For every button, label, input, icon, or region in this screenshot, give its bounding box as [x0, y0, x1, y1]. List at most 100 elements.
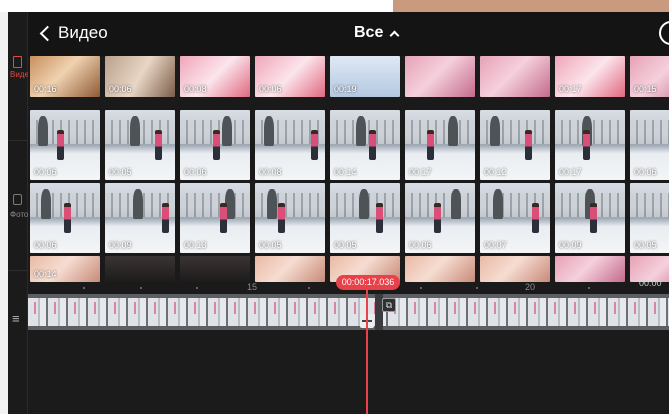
sidebar-photo-label[interactable]: Фото: [10, 210, 28, 219]
app-screen: Видео Все 00:16 00:06 00:08 00:06 00:19 00:17…: [28, 12, 669, 414]
video-thumbnail[interactable]: [405, 56, 475, 97]
video-thumbnail[interactable]: 00:06: [105, 56, 175, 97]
thumbnail-scene: [133, 189, 143, 219]
video-thumbnail[interactable]: 00:08: [255, 110, 325, 180]
video-thumbnail[interactable]: [255, 256, 325, 282]
video-thumbnail[interactable]: 00:06: [405, 183, 475, 253]
video-track[interactable]: [28, 294, 669, 330]
thumbnail-duration: 00:06: [34, 240, 57, 250]
thumbnail-subject: [590, 203, 597, 233]
album-selector[interactable]: Все: [354, 24, 400, 42]
thumbnail-duration: 00:19: [334, 84, 357, 94]
video-thumbnail[interactable]: [480, 56, 550, 97]
video-thumbnail[interactable]: 00:15: [630, 56, 669, 97]
back-button[interactable]: Видео: [39, 23, 108, 43]
video-thumbnail[interactable]: 00:06: [255, 56, 325, 97]
thumbnail-scene: [264, 116, 274, 146]
thumbnail-scene: [356, 116, 366, 146]
video-thumbnail[interactable]: 00:08: [180, 56, 250, 97]
video-thumbnail[interactable]: [555, 256, 625, 282]
video-thumbnail[interactable]: 00:06: [180, 110, 250, 180]
left-tool-strip: Видео Фото ≡: [8, 12, 33, 414]
thumbnail-scene: [222, 116, 232, 146]
video-thumbnail[interactable]: 00:05: [630, 183, 669, 253]
ruler-tick: [196, 287, 198, 289]
video-thumbnail[interactable]: 00:16: [30, 56, 100, 97]
thumbnail-scene: [38, 116, 48, 146]
ruler-tick: [420, 287, 422, 289]
video-thumbnail[interactable]: 00:06: [30, 110, 100, 180]
video-thumbnail[interactable]: [105, 256, 175, 282]
thumbnail-subject: [162, 203, 169, 233]
thumbnail-subject: [311, 130, 318, 160]
video-thumbnail[interactable]: 00:05: [255, 183, 325, 253]
thumbnail-duration: 00:13: [184, 240, 207, 250]
thumbnail-scene: [490, 116, 500, 146]
thumbnail-duration: 00:17: [559, 84, 582, 94]
ruler-tick: [588, 287, 590, 289]
video-thumbnail[interactable]: 00:06: [630, 110, 669, 180]
thumbnail-duration: 00:05: [634, 240, 657, 250]
thumbnail-scene: [255, 193, 325, 217]
thumbnail-subject: [369, 130, 376, 160]
thumbnail-scene: [130, 116, 140, 146]
media-grid: 00:16 00:06 00:08 00:06 00:19 00:17 00:15 00:06…: [28, 56, 669, 282]
photo-library-icon[interactable]: [13, 194, 22, 205]
video-thumbnail[interactable]: 00:09: [555, 183, 625, 253]
thumbnail-duration: 00:09: [559, 240, 582, 250]
thumbnail-subject: [278, 203, 285, 233]
thumbnail-duration: 00:09: [109, 240, 132, 250]
video-thumbnail[interactable]: 00:19: [330, 56, 400, 97]
thumbnail-duration: 00:06: [409, 240, 432, 250]
video-thumbnail[interactable]: [180, 256, 250, 282]
video-thumbnail[interactable]: 00:12: [480, 110, 550, 180]
thumbnail-duration: 00:05: [334, 240, 357, 250]
ruler-tick: [476, 287, 478, 289]
ruler-tick: [83, 287, 85, 289]
album-title: Все: [354, 24, 384, 41]
thumbnail-scene: [180, 193, 250, 217]
thumbnail-duration: 00:05: [259, 240, 282, 250]
video-thumbnail[interactable]: [405, 256, 475, 282]
back-label: Видео: [58, 23, 108, 42]
thumbnail-scene: [267, 189, 277, 219]
video-thumbnail[interactable]: 00:09: [105, 183, 175, 253]
video-thumbnail[interactable]: 00:05: [330, 183, 400, 253]
photo-frame-left: [0, 12, 8, 414]
thumbnail-scene: [41, 189, 51, 219]
video-thumbnail[interactable]: 00:05: [105, 110, 175, 180]
thumbnail-duration: 00:05: [109, 167, 132, 177]
thumbnail-duration: 00:12: [484, 167, 507, 177]
chevron-left-icon: [39, 25, 56, 42]
video-thumbnail[interactable]: [480, 256, 550, 282]
ruler-label: 15: [247, 282, 258, 292]
video-thumbnail[interactable]: 00:13: [180, 183, 250, 253]
thumbnail-scene: [405, 120, 475, 144]
sidebar-divider: [8, 140, 28, 141]
video-thumbnail[interactable]: 00:17: [405, 110, 475, 180]
video-thumbnail[interactable]: 00:17: [555, 110, 625, 180]
video-thumbnail[interactable]: 00:17: [555, 56, 625, 97]
info-icon[interactable]: [659, 21, 669, 45]
video-thumbnail[interactable]: 00:14: [330, 110, 400, 180]
thumbnail-duration: 00:06: [259, 84, 282, 94]
menu-icon[interactable]: ≡: [12, 312, 22, 325]
ruler-tick: [140, 287, 142, 289]
transition-button[interactable]: ⧉: [382, 298, 396, 312]
thumbnail-subject: [583, 130, 590, 160]
lower-panel: [28, 330, 669, 414]
video-thumbnail[interactable]: 00:14: [30, 256, 100, 282]
playhead[interactable]: [366, 288, 368, 414]
thumbnail-duration: 00:17: [559, 167, 582, 177]
thumbnail-subject: [525, 130, 532, 160]
video-thumbnail[interactable]: 00:07: [480, 183, 550, 253]
video-library-icon[interactable]: [13, 56, 22, 68]
sidebar-divider: [8, 270, 28, 271]
end-timecode: 00:00: [639, 278, 662, 288]
thumbnail-scene: [480, 193, 550, 217]
thumbnail-scene: [359, 189, 369, 219]
thumbnail-scene: [493, 189, 503, 219]
thumbnail-subject: [376, 203, 383, 233]
thumbnail-duration: 00:06: [634, 167, 657, 177]
video-thumbnail[interactable]: 00:06: [30, 183, 100, 253]
